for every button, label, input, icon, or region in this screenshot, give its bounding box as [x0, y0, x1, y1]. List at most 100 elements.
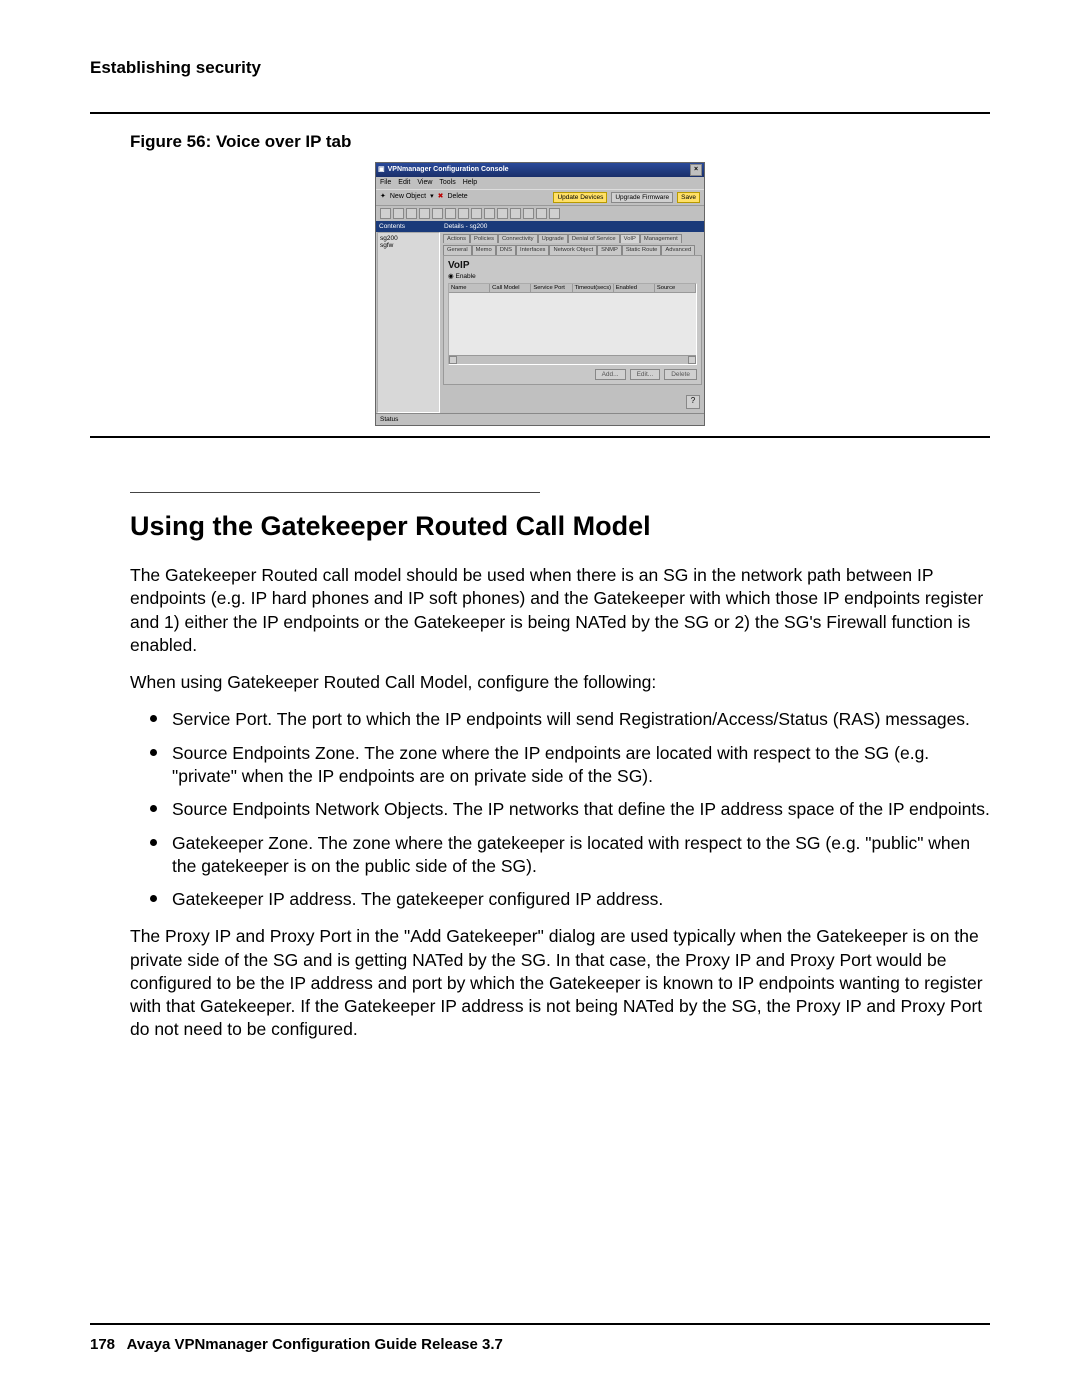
delete-entry-button[interactable]: Delete [664, 369, 697, 380]
toolbar-icon-11[interactable] [510, 208, 521, 219]
save-button[interactable]: Save [677, 192, 700, 203]
enable-checkbox[interactable]: ◉ Enable [448, 273, 697, 280]
status-bar: Status [376, 413, 704, 425]
close-icon[interactable]: × [690, 164, 702, 176]
tab-upgrade[interactable]: Upgrade [538, 234, 568, 243]
toolbar-icon-10[interactable] [497, 208, 508, 219]
tabs-row-1: Actions Policies Connectivity Upgrade De… [441, 232, 704, 243]
window-title: VPNmanager Configuration Console [388, 166, 509, 174]
tab-memo[interactable]: Memo [472, 245, 496, 254]
menu-view[interactable]: View [417, 179, 432, 187]
help-icon[interactable]: ? [686, 395, 700, 409]
list-item: Gatekeeper Zone. The zone where the gate… [150, 832, 990, 879]
menu-tools[interactable]: Tools [439, 179, 455, 187]
edit-button[interactable]: Edit... [630, 369, 661, 380]
toolbar-icon-12[interactable] [523, 208, 534, 219]
list-item: Source Endpoints Network Objects. The IP… [150, 798, 990, 821]
toolbar-icon-14[interactable] [549, 208, 560, 219]
col-timeout[interactable]: Timeout(secs) [573, 284, 614, 292]
panel-actions: Add... Edit... Delete [448, 365, 697, 380]
toolbar-icon-8[interactable] [471, 208, 482, 219]
toolbar-icon-6[interactable] [445, 208, 456, 219]
paragraph-2: When using Gatekeeper Routed Call Model,… [130, 671, 990, 694]
toolbar-icon-3[interactable] [406, 208, 417, 219]
menubar: File Edit View Tools Help [376, 177, 704, 189]
voip-panel: VoIP ◉ Enable Name Call Model Service Po… [443, 255, 702, 385]
section-heading: Using the Gatekeeper Routed Call Model [130, 511, 990, 542]
toolbar-icon-7[interactable] [458, 208, 469, 219]
tab-interfaces[interactable]: Interfaces [516, 245, 549, 254]
footer-title: Avaya VPNmanager Configuration Guide Rel… [127, 1336, 503, 1353]
sidebar-header: Contents [376, 221, 441, 232]
menu-file[interactable]: File [380, 179, 391, 187]
app-icon: ▣ [378, 166, 385, 174]
figure-56: ▣ VPNmanager Configuration Console × Fil… [90, 162, 990, 426]
toolbar-icon-1[interactable] [380, 208, 391, 219]
sidebar-item-sgfw[interactable]: sgfw [380, 242, 437, 249]
page-footer: 178 Avaya VPNmanager Configuration Guide… [90, 1336, 503, 1353]
menu-edit[interactable]: Edit [398, 179, 410, 187]
toolbar-icon-4[interactable] [419, 208, 430, 219]
toolbar-primary: ✦ New Object ▾ ✖ Delete Update Devices U… [376, 189, 704, 206]
figure-caption: Figure 56: Voice over IP tab [130, 132, 990, 152]
top-rule [90, 112, 990, 114]
list-item: Gatekeeper IP address. The gatekeeper co… [150, 888, 990, 911]
tab-snmp[interactable]: SNMP [597, 245, 622, 254]
sidebar-list[interactable]: sg200 sgfw [377, 232, 440, 413]
tab-network-object[interactable]: Network Object [549, 245, 597, 254]
scroll-right-icon[interactable] [688, 356, 696, 364]
sidebar-item-sg200[interactable]: sg200 [380, 235, 437, 242]
dropdown-icon[interactable]: ▾ [430, 193, 434, 201]
window-titlebar: ▣ VPNmanager Configuration Console × [376, 163, 704, 177]
upgrade-firmware-button[interactable]: Upgrade Firmware [611, 192, 673, 203]
page-number: 178 [90, 1336, 115, 1353]
tabs-row-2: General Memo DNS Interfaces Network Obje… [441, 243, 704, 254]
tab-general[interactable]: General [443, 245, 472, 254]
tab-advanced[interactable]: Advanced [661, 245, 695, 254]
toolbar-icon-5[interactable] [432, 208, 443, 219]
col-source[interactable]: Source [655, 284, 696, 292]
delete-button[interactable]: Delete [447, 193, 467, 201]
menu-help[interactable]: Help [463, 179, 477, 187]
sidebar: Contents sg200 sgfw [376, 221, 441, 413]
list-columns: Name Call Model Service Port Timeout(sec… [449, 284, 696, 293]
running-head: Establishing security [90, 58, 990, 78]
vpnmanager-window: ▣ VPNmanager Configuration Console × Fil… [375, 162, 705, 426]
col-enabled[interactable]: Enabled [614, 284, 655, 292]
tab-connectivity[interactable]: Connectivity [498, 234, 538, 243]
tab-voip[interactable]: VoIP [620, 234, 640, 243]
col-call-model[interactable]: Call Model [490, 284, 531, 292]
toolbar-icons [376, 206, 704, 221]
voip-listbox[interactable]: Name Call Model Service Port Timeout(sec… [448, 283, 697, 365]
footer-rule [90, 1323, 990, 1325]
enable-label: Enable [455, 273, 475, 280]
delete-icon[interactable]: ✖ [438, 193, 444, 201]
add-button[interactable]: Add... [595, 369, 626, 380]
update-devices-button[interactable]: Update Devices [553, 192, 607, 203]
horizontal-scrollbar[interactable] [449, 355, 696, 364]
bullet-list: Service Port. The port to which the IP e… [150, 708, 990, 911]
list-item: Service Port. The port to which the IP e… [150, 708, 990, 731]
col-name[interactable]: Name [449, 284, 490, 292]
paragraph-3: The Proxy IP and Proxy Port in the "Add … [130, 925, 990, 1041]
main-panel: Details - sg200 Actions Policies Connect… [441, 221, 704, 413]
panel-title: VoIP [448, 260, 697, 271]
new-object-icon[interactable]: ✦ [380, 193, 386, 201]
toolbar-icon-13[interactable] [536, 208, 547, 219]
tab-actions[interactable]: Actions [443, 234, 470, 243]
figure-bottom-rule [90, 436, 990, 438]
new-object-button[interactable]: New Object [390, 193, 426, 201]
tab-policies[interactable]: Policies [470, 234, 498, 243]
tab-dos[interactable]: Denial of Service [568, 234, 620, 243]
toolbar-icon-2[interactable] [393, 208, 404, 219]
section-divider [130, 492, 540, 493]
paragraph-1: The Gatekeeper Routed call model should … [130, 564, 990, 657]
tab-static-route[interactable]: Static Route [622, 245, 662, 254]
details-header: Details - sg200 [441, 221, 704, 232]
list-item: Source Endpoints Zone. The zone where th… [150, 742, 990, 789]
tab-dns[interactable]: DNS [496, 245, 516, 254]
tab-management[interactable]: Management [640, 234, 682, 243]
col-service-port[interactable]: Service Port [531, 284, 572, 292]
scroll-left-icon[interactable] [449, 356, 457, 364]
toolbar-icon-9[interactable] [484, 208, 495, 219]
